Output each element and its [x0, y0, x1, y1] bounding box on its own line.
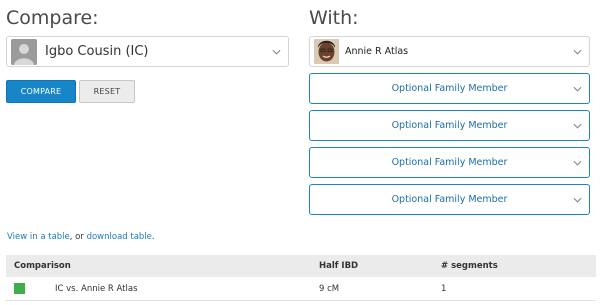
optional-family-member-select-2[interactable]: Optional Family Member: [309, 110, 590, 141]
optional-family-member-label: Optional Family Member: [391, 157, 508, 168]
table-row[interactable]: IC vs. Annie R Atlas 9 cM 1: [6, 277, 596, 301]
optional-family-member-label: Optional Family Member: [391, 120, 508, 131]
color-swatch: [14, 283, 25, 294]
chevron-down-icon: [272, 49, 281, 55]
view-in-table-link[interactable]: View in a table: [7, 232, 70, 242]
chevron-down-icon: [573, 160, 582, 166]
compare-heading: Compare:: [6, 7, 99, 29]
compare-button[interactable]: COMPARE: [6, 80, 76, 103]
reset-button[interactable]: RESET: [79, 80, 135, 103]
column-header-segments: # segments: [441, 261, 498, 271]
chevron-down-icon: [573, 123, 582, 129]
column-header-half-ibd: Half IBD: [319, 261, 359, 271]
with-person-label: Annie R Atlas: [345, 46, 409, 57]
chevron-down-icon: [573, 86, 582, 92]
half-ibd-cell: 9 cM: [319, 283, 340, 294]
links-end: .: [151, 232, 155, 242]
with-person-select[interactable]: Annie R Atlas: [309, 36, 590, 67]
comparison-cell: IC vs. Annie R Atlas: [55, 283, 138, 294]
optional-family-member-select-4[interactable]: Optional Family Member: [309, 184, 590, 215]
optional-family-member-label: Optional Family Member: [391, 194, 508, 205]
optional-family-member-select-3[interactable]: Optional Family Member: [309, 147, 590, 178]
with-heading: With:: [309, 7, 359, 29]
optional-family-member-label: Optional Family Member: [391, 83, 508, 94]
download-table-link[interactable]: download table: [87, 232, 152, 242]
compare-person-label: Igbo Cousin (IC): [45, 44, 149, 59]
results-table: Comparison Half IBD # segments IC vs. An…: [6, 255, 596, 301]
person-photo: [314, 39, 339, 64]
compare-person-select[interactable]: Igbo Cousin (IC): [6, 36, 289, 67]
table-header: Comparison Half IBD # segments: [6, 255, 596, 277]
default-avatar-icon: [11, 38, 37, 65]
column-header-comparison: Comparison: [14, 261, 71, 271]
links-separator: , or: [69, 232, 87, 242]
table-links: View in a table, or download table.: [7, 232, 155, 242]
segments-cell: 1: [441, 283, 447, 294]
optional-family-member-select-1[interactable]: Optional Family Member: [309, 73, 590, 104]
chevron-down-icon: [573, 197, 582, 203]
chevron-down-icon: [573, 49, 582, 55]
